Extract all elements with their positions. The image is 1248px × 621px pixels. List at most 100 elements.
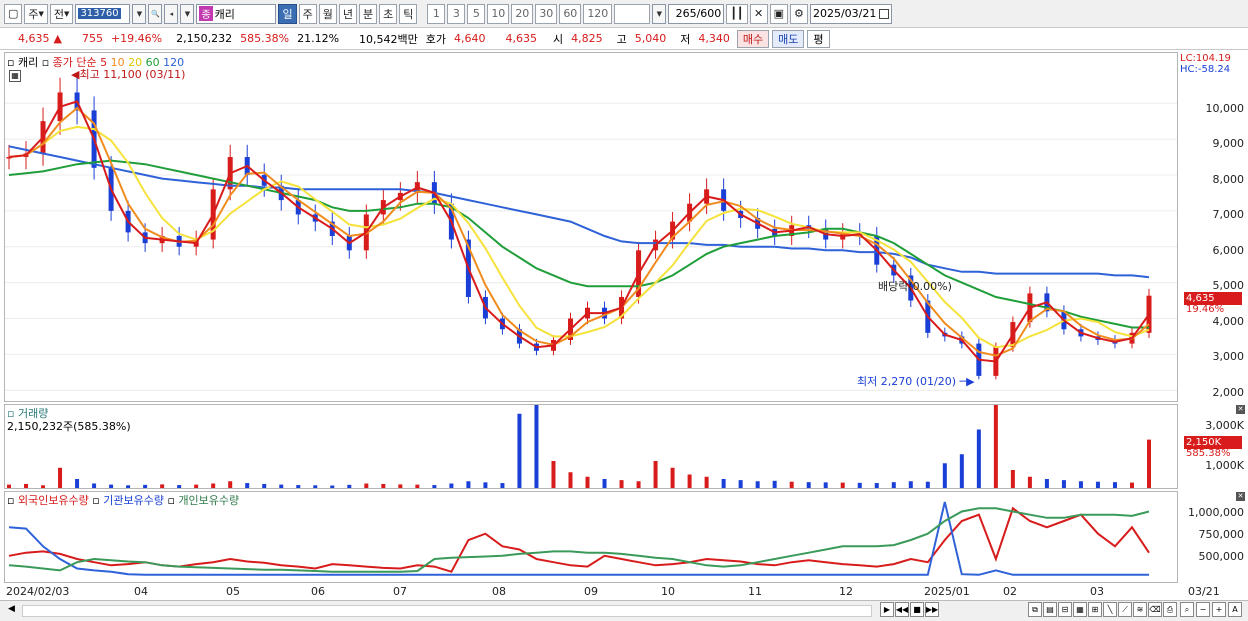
sell-button[interactable]: 매도 [772, 29, 805, 48]
hc-value: HC:-58.24 [1180, 64, 1231, 75]
volume-bar [823, 482, 828, 488]
volume-bar [160, 484, 165, 488]
prev-label: 전 [53, 7, 65, 21]
interval-30[interactable]: 30 [535, 3, 558, 24]
volume-pane[interactable]: ▫ 거래량 2,150,232주(585.38%) [4, 404, 1178, 489]
volume-bar [1027, 476, 1032, 488]
volume-bar [1129, 482, 1134, 488]
volume-bar [551, 461, 556, 488]
min-price-note: 최저 2,270 (01/20) ─▶ [857, 373, 975, 389]
institution-holding-line [8, 501, 1149, 576]
interval-5[interactable]: 5 [467, 3, 486, 24]
volume-bar [602, 479, 607, 488]
tab-day[interactable]: 일 [278, 3, 297, 24]
holding-close-icon[interactable]: ✕ [1236, 492, 1245, 501]
first-icon[interactable]: ◀◀ [895, 602, 909, 617]
change-arrow: ▲ [53, 32, 62, 45]
price-tick-7000: 7,000 [1212, 208, 1245, 221]
period-button[interactable]: 주 ▼ [24, 3, 48, 24]
holding-pane[interactable]: ▫ 외국인보유수량 ▫ 기관보유수량 ▫ 개인보유수량 [4, 491, 1178, 583]
buy-button[interactable]: 매수 [736, 29, 770, 48]
interval-dropdown-icon[interactable]: ▼ [652, 3, 667, 24]
volume-bar [959, 454, 964, 488]
prev-button[interactable]: 전 ▼ [49, 3, 74, 24]
tab-tick[interactable]: 틱 [399, 3, 418, 24]
volume-bar [92, 483, 97, 488]
line-tool-icon[interactable]: ╲ [1103, 602, 1117, 617]
stock-code-value: 313760 [78, 8, 121, 19]
window-icon[interactable]: ▢ [4, 3, 23, 24]
volume-bar [500, 483, 505, 488]
stock-code-input[interactable]: 313760 [75, 3, 131, 24]
interval-120[interactable]: 120 [583, 3, 613, 24]
volume-bar [1147, 439, 1151, 488]
quote-bar: 4,635 ▲ 755 +19.46% 2,150,232 585.38% 21… [0, 28, 1248, 50]
copy-icon[interactable]: ⧉ [1028, 602, 1042, 617]
evaluation-button[interactable]: 평 [807, 29, 830, 48]
stop-icon[interactable]: ■ [910, 602, 924, 617]
tab-month[interactable]: 월 [318, 3, 337, 24]
zoom-out-icon[interactable]: − [1196, 602, 1210, 617]
vol-tick-3000k: 3,000K [1205, 419, 1244, 432]
individual-holding-line [8, 507, 1150, 573]
volume-bar [874, 483, 879, 488]
volume-close-icon[interactable]: ✕ [1236, 405, 1245, 414]
save-icon[interactable]: ▣ [769, 3, 788, 24]
custom-interval-input[interactable] [614, 3, 651, 24]
layout-icon[interactable]: ▤ [1043, 602, 1057, 617]
scroll-left-icon[interactable]: ◀ [8, 604, 15, 614]
tab-week[interactable]: 주 [298, 3, 317, 24]
interval-20[interactable]: 20 [511, 3, 534, 24]
volume-axis: ✕ 3,000K 2,150K 585.38% 1,000K [1178, 404, 1248, 489]
grid-toggle-icon[interactable]: ▦ [9, 70, 21, 82]
calendar-icon[interactable] [879, 8, 890, 19]
price-chart [5, 77, 1177, 391]
volume-bar [194, 484, 199, 488]
gear-icon[interactable]: ⚙ [789, 3, 808, 24]
volume-bar [483, 482, 488, 488]
interval-1[interactable]: 1 [427, 3, 446, 24]
volume-summary: 2,150,232주(585.38%) [7, 420, 131, 433]
chevron-down-icon[interactable]: ▼ [180, 3, 195, 24]
data-count-input[interactable]: 265/600 [668, 3, 725, 24]
trend-tool-icon[interactable]: ⟋ [1118, 602, 1132, 617]
scroll-track[interactable] [22, 605, 872, 617]
split-icon[interactable]: ⊟ [1058, 602, 1072, 617]
interval-3[interactable]: 3 [447, 3, 466, 24]
measure-icon[interactable]: ⊞ [1088, 602, 1102, 617]
code-dropdown-icon[interactable]: ▼ [132, 3, 147, 24]
x-label-09: 09 [584, 585, 598, 598]
volume-bar [211, 483, 216, 488]
interval-60[interactable]: 60 [559, 3, 582, 24]
lc-value: LC:104.19 [1180, 53, 1231, 64]
search-icon[interactable]: 🔍 [148, 3, 163, 24]
scroll-right-icon[interactable]: ▶ [880, 602, 894, 617]
hold-tick-500000: 500,000 [1198, 550, 1245, 563]
price-pane[interactable]: ▫ 캐리 ▫ 종가 단순 5 10 20 60 120 ◀최고 11,100 (… [4, 52, 1178, 402]
tab-minute[interactable]: 분 [358, 3, 378, 24]
bid-price: 4,635 [505, 32, 538, 45]
low-label: 저 [680, 32, 691, 46]
tab-year[interactable]: 년 [338, 3, 357, 24]
volume-bar [1010, 470, 1015, 488]
fib-tool-icon[interactable]: ≋ [1133, 602, 1147, 617]
auto-scale-icon[interactable]: A [1228, 602, 1242, 617]
zoom-in-icon[interactable]: + [1212, 602, 1226, 617]
last-icon[interactable]: ▶▶ [925, 602, 939, 617]
print-icon[interactable]: ⎙ [1163, 602, 1177, 617]
legend-institution: 기관보유수량 [103, 494, 164, 507]
date-input[interactable]: 2025/03/21 [809, 3, 892, 24]
stock-name-field[interactable]: 종 캐리 [196, 3, 277, 24]
search-zoom-icon[interactable]: ⌕ [1180, 602, 1194, 617]
speaker-icon[interactable]: ◂ [164, 3, 179, 24]
cross-icon[interactable]: ✕ [749, 3, 768, 24]
delete-tool-icon[interactable]: ⌫ [1148, 602, 1162, 617]
volume-bar [534, 405, 539, 488]
price-tick-10000: 10,000 [1205, 102, 1245, 115]
interval-10[interactable]: 10 [487, 3, 510, 24]
min-arrow-icon: ─▶ [956, 375, 975, 388]
x-label-12: 12 [839, 585, 853, 598]
grid-icon[interactable]: ▦ [1073, 602, 1087, 617]
candle-icon[interactable]: ┃┃ [726, 3, 748, 24]
tab-second[interactable]: 초 [379, 3, 398, 24]
